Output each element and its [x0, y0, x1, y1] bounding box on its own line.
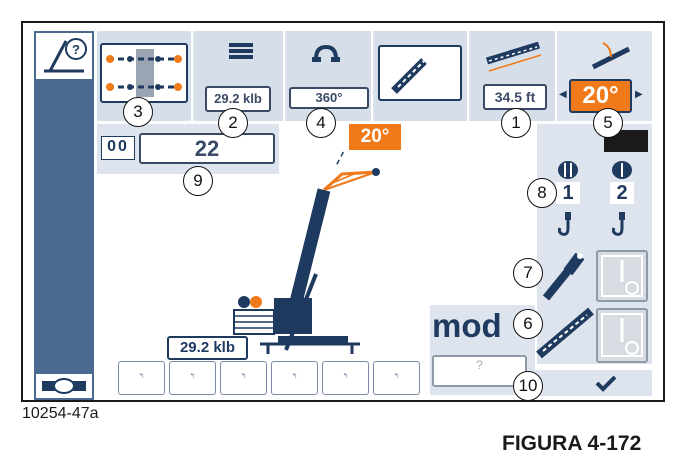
winch-2-selector[interactable]: 1	[550, 160, 586, 244]
boom-length-icon	[485, 41, 542, 72]
winch-2-icon	[558, 161, 578, 179]
bottom-function-buttons: ↰ ↰ ↰ ↰ ↰ ↰	[118, 361, 420, 397]
boom-config-button[interactable]	[378, 45, 462, 101]
callout-3: 3	[123, 97, 153, 127]
crane-base-icon	[42, 378, 86, 394]
callout-8: 8	[527, 178, 557, 208]
boom-lift-function-button[interactable]	[596, 250, 648, 302]
mode-button-text: ?	[476, 358, 483, 372]
sidebar	[34, 31, 94, 394]
function-button-3[interactable]: ↰	[220, 361, 267, 395]
boom-length-value: 34.5 ft	[483, 84, 547, 110]
winch-2-label: 1	[556, 182, 580, 204]
function-slot-icon	[601, 255, 643, 297]
outrigger-icon	[106, 49, 182, 97]
hook-icon	[612, 212, 625, 236]
counterweight-icon	[229, 43, 253, 59]
hook-icon	[558, 212, 571, 236]
function-button-5[interactable]: ↰	[322, 361, 369, 395]
boom-config-tile[interactable]	[375, 31, 469, 121]
boom-lift-cylinder-icon	[542, 252, 585, 301]
callout-1: 1	[501, 108, 531, 138]
jib-offset-label: 20°	[349, 124, 401, 150]
figure-caption: FIGURA 4-172	[502, 432, 642, 455]
callout-4: 4	[306, 108, 336, 138]
function-button-6[interactable]: ↰	[373, 361, 420, 395]
slew-tile[interactable]: 360°	[287, 31, 373, 121]
winch-1-label: 2	[610, 182, 634, 204]
crane-illustration	[233, 150, 380, 354]
function-button-1[interactable]: ↰	[118, 361, 165, 395]
jib-angle-value: 20°	[569, 79, 632, 113]
callout-6: 6	[513, 309, 543, 339]
winch-1-selector[interactable]: 2	[604, 160, 640, 244]
outrigger-button[interactable]	[100, 43, 188, 103]
jib-decrease-icon[interactable]: ◀	[559, 89, 569, 100]
callout-5: 5	[593, 108, 623, 138]
jib-increase-icon[interactable]: ▶	[635, 89, 645, 100]
counterweight-tile[interactable]: 29.2 klb	[195, 31, 285, 121]
help-icon: ?	[44, 38, 87, 73]
checkmark-icon	[595, 375, 617, 392]
callout-2: 2	[218, 108, 248, 138]
jib-angle-icon	[591, 42, 631, 70]
function-button-4[interactable]: ↰	[271, 361, 318, 395]
counterweight-label: 29.2 klb	[167, 336, 248, 360]
callout-7: 7	[513, 258, 543, 288]
function-slot-icon	[601, 313, 643, 357]
svg-text:?: ?	[72, 42, 80, 57]
function-button-2[interactable]: ↰	[169, 361, 216, 395]
confirm-button[interactable]	[535, 370, 652, 396]
callout-9: 9	[183, 166, 213, 196]
figure-id: 10254-47a	[22, 405, 99, 422]
callout-10: 10	[513, 371, 543, 401]
help-button[interactable]: ?	[34, 31, 94, 81]
mode-label: mod	[432, 307, 502, 344]
boom-telescope-icon	[536, 307, 594, 359]
reeving-code: 00	[101, 136, 135, 160]
crane-base-button[interactable]	[34, 372, 94, 400]
boom-telescope-function-button[interactable]	[596, 308, 648, 363]
slew-value: 360°	[289, 87, 369, 109]
boom-config-icon	[391, 58, 427, 94]
winch-1-icon	[612, 161, 632, 179]
slew-icon	[312, 44, 340, 62]
